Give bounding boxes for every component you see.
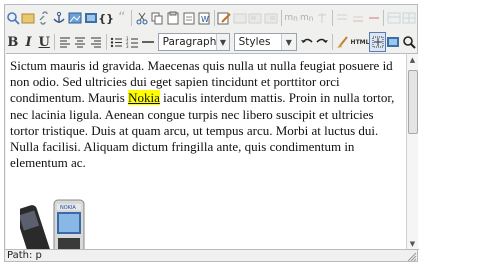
highlighted-word: Nokia (128, 90, 160, 106)
align-left-icon[interactable] (57, 32, 73, 52)
row-after-icon[interactable] (350, 8, 366, 28)
toolbar-row-2: B I U 123 Paragraph ▼ Styles ▼ HTML (5, 31, 417, 53)
styles-select-value: Styles (238, 36, 271, 48)
paste-text-icon[interactable] (181, 8, 197, 28)
styles-select[interactable]: Styles ▼ (233, 33, 297, 51)
editor-content[interactable]: Sictum mauris id gravida. Maecenas quis … (6, 53, 406, 250)
svg-text:W: W (201, 15, 209, 24)
insert-row-icon[interactable] (314, 8, 330, 28)
image-icon[interactable] (67, 8, 83, 28)
paste-word-icon[interactable]: W (196, 8, 212, 28)
underline-button[interactable]: U (36, 32, 52, 52)
anchor-icon[interactable] (52, 8, 68, 28)
resize-grip-icon[interactable] (407, 252, 417, 262)
code-icon[interactable]: {} (98, 8, 114, 28)
find-replace-icon[interactable] (21, 8, 37, 28)
rich-text-editor: {} “ W mn mn B I U 1 2 3 Paragraph ▼ Sty… (4, 4, 419, 262)
numbered-list-icon[interactable]: 123 (124, 32, 140, 52)
unlink-icon[interactable] (36, 8, 52, 28)
move-layer-icon[interactable] (248, 8, 264, 28)
phone-brand: NOKIA (60, 205, 76, 211)
edit-icon[interactable] (217, 8, 233, 28)
html-source-button[interactable]: HTML (351, 32, 370, 52)
redo-icon[interactable] (314, 32, 330, 52)
path-value[interactable]: p (36, 250, 42, 261)
format-select-value: Paragraph (162, 36, 217, 48)
blockquote-icon[interactable]: “ (114, 8, 130, 28)
subscript-icon[interactable]: mn (299, 8, 315, 28)
toolbar-row-1: {} “ W mn mn (5, 7, 417, 29)
phone-image[interactable]: NOKIA (20, 198, 110, 250)
delete-row-icon[interactable] (366, 8, 382, 28)
bullet-list-icon[interactable] (109, 32, 125, 52)
status-bar: Path: p (5, 249, 419, 262)
insert-image-icon[interactable] (386, 32, 402, 52)
row-before-icon[interactable] (335, 8, 351, 28)
layer-props-icon[interactable] (263, 8, 279, 28)
scroll-up-icon[interactable]: ▲ (407, 54, 418, 66)
scrollbar-thumb[interactable] (408, 70, 418, 134)
vertical-scrollbar[interactable]: ▲ ▼ (406, 53, 418, 250)
chevron-down-icon: ▼ (280, 34, 296, 50)
cleanup-icon[interactable] (335, 32, 351, 52)
superscript-icon[interactable]: mn (283, 8, 299, 28)
paste-icon[interactable] (165, 8, 181, 28)
table-icon[interactable] (402, 8, 418, 28)
horizontal-rule-icon[interactable] (140, 32, 156, 52)
path-label: Path: (7, 250, 33, 261)
align-right-icon[interactable] (88, 32, 104, 52)
cut-icon[interactable] (134, 8, 150, 28)
align-center-icon[interactable] (72, 32, 88, 52)
find-icon[interactable] (5, 8, 21, 28)
zoom-icon[interactable] (401, 32, 417, 52)
bold-button[interactable]: B (5, 32, 21, 52)
italic-button[interactable]: I (21, 32, 37, 52)
copy-icon[interactable] (150, 8, 166, 28)
insert-layer-icon[interactable] (232, 8, 248, 28)
chevron-down-icon: ▼ (216, 34, 229, 50)
table-props-icon[interactable] (386, 8, 402, 28)
svg-text:3: 3 (126, 44, 129, 49)
undo-icon[interactable] (299, 32, 315, 52)
format-select[interactable]: Paragraph ▼ (157, 33, 230, 51)
content-paragraph: Sictum mauris id gravida. Maecenas quis … (6, 54, 406, 171)
visual-aid-icon[interactable] (369, 32, 386, 52)
media-icon[interactable] (83, 8, 99, 28)
